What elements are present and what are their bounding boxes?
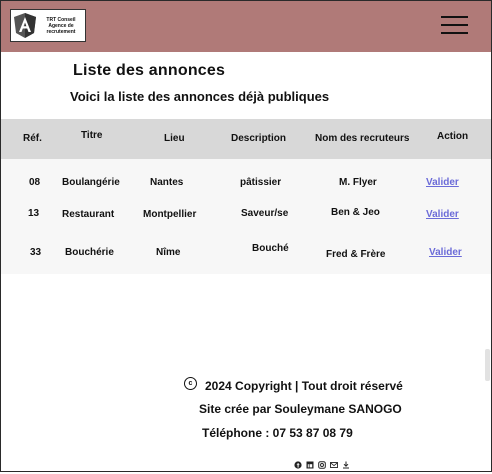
- menu-bar: [441, 24, 468, 26]
- angular-shield-icon: [14, 13, 36, 38]
- cell-description: Bouché: [252, 243, 289, 254]
- table-header: Réf. Titre Lieu Description Nom des recr…: [1, 119, 491, 159]
- page-subtitle: Voici la liste des annonces déjà publiqu…: [70, 89, 330, 104]
- cell-recruteurs: Ben & Jeo: [331, 207, 380, 218]
- cell-titre: Restaurant: [62, 209, 115, 220]
- cell-ref: 08: [29, 177, 41, 188]
- logo-text: TRT Conseil Agence de recrutement: [39, 17, 83, 35]
- valider-link[interactable]: Valider: [426, 177, 459, 188]
- cell-ref: 33: [30, 247, 42, 258]
- copyright: c 2024 Copyright | Tout droit réservé: [184, 376, 403, 393]
- cell-description: Saveur/se: [241, 208, 289, 219]
- hamburger-menu-icon[interactable]: [441, 14, 468, 36]
- copyright-text: 2024 Copyright | Tout droit réservé: [205, 379, 403, 393]
- cell-description: pâtissier: [240, 177, 282, 188]
- column-header-action: Action: [437, 131, 469, 142]
- cell-ref: 13: [28, 208, 40, 219]
- page-title: Liste des annonces: [73, 62, 226, 79]
- column-header-lieu: Lieu: [164, 133, 185, 144]
- cell-lieu: Nantes: [150, 177, 184, 188]
- column-header-recruteurs: Nom des recruteurs: [315, 133, 410, 144]
- announcements-table: Réf. Titre Lieu Description Nom des recr…: [1, 119, 491, 274]
- menu-bar: [441, 32, 468, 34]
- cell-titre: Boulangérie: [62, 177, 120, 188]
- cell-recruteurs: M. Flyer: [339, 177, 377, 188]
- header-bar: TRT Conseil Agence de recrutement: [1, 1, 491, 52]
- logo[interactable]: TRT Conseil Agence de recrutement: [10, 9, 86, 42]
- column-header-titre: Titre: [81, 130, 103, 141]
- copyright-icon: c: [184, 376, 197, 390]
- cell-recruteurs: Fred & Frère: [326, 249, 386, 260]
- column-header-description: Description: [231, 133, 287, 144]
- logo-line-3: recrutement: [46, 28, 76, 35]
- cell-lieu: Montpellier: [143, 209, 197, 220]
- email-icon[interactable]: [330, 456, 338, 468]
- column-header-ref: Réf.: [23, 133, 42, 144]
- cell-titre: Bouchérie: [65, 247, 114, 258]
- scrollbar[interactable]: [485, 349, 490, 381]
- valider-link[interactable]: Valider: [429, 247, 462, 258]
- phone-number: Téléphone : 07 53 87 08 79: [202, 426, 353, 440]
- download-icon[interactable]: [342, 456, 350, 469]
- cell-lieu: Nîme: [156, 247, 181, 258]
- linkedin-icon[interactable]: [306, 456, 314, 469]
- instagram-icon[interactable]: [318, 456, 326, 469]
- social-links: [294, 456, 350, 469]
- facebook-icon[interactable]: [294, 456, 302, 469]
- valider-link[interactable]: Valider: [426, 209, 459, 220]
- menu-bar: [441, 16, 468, 18]
- site-credit: Site crée par Souleymane SANOGO: [199, 402, 402, 416]
